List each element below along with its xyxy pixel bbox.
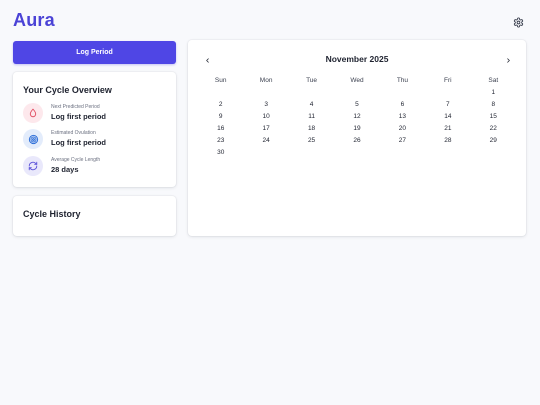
calendar-day[interactable]: 14 — [425, 111, 470, 123]
calendar-day[interactable]: 17 — [243, 123, 288, 135]
calendar-day[interactable]: 24 — [243, 135, 288, 147]
calendar-day[interactable]: 26 — [334, 135, 379, 147]
calendar-empty-cell — [289, 87, 334, 99]
calendar-day[interactable]: 30 — [198, 147, 243, 159]
calendar-day[interactable]: 18 — [289, 123, 334, 135]
calendar-day[interactable]: 2 — [198, 99, 243, 111]
calendar-day[interactable]: 20 — [380, 123, 425, 135]
calendar-day[interactable]: 15 — [471, 111, 516, 123]
stat-label: Average Cycle Length — [51, 157, 101, 163]
calendar-empty-cell — [198, 87, 243, 99]
calendar-day[interactable]: 27 — [380, 135, 425, 147]
calendar-empty-cell — [334, 147, 379, 159]
calendar-empty-cell — [471, 147, 516, 159]
refresh-icon — [23, 156, 43, 176]
app-title: Aura — [13, 10, 55, 30]
weekday-header: Fri — [444, 77, 452, 84]
calendar-day[interactable]: 25 — [289, 135, 334, 147]
ovulation-stat: Estimated Ovulation Log first period — [23, 129, 173, 151]
calendar-day[interactable]: 21 — [425, 123, 470, 135]
calendar-day[interactable]: 8 — [471, 99, 516, 111]
stat-value: 28 days — [51, 165, 79, 174]
calendar-day[interactable]: 19 — [334, 123, 379, 135]
weekday-header: Mon — [259, 77, 273, 84]
stat-label: Estimated Ovulation — [51, 130, 96, 136]
calendar-day[interactable]: 22 — [471, 123, 516, 135]
calendar-day[interactable]: 6 — [380, 99, 425, 111]
log-period-button[interactable]: Log Period — [13, 41, 176, 64]
stat-value: Log first period — [51, 112, 106, 121]
calendar-month-label: November 2025 — [325, 54, 389, 64]
cycle-overview-title: Your Cycle Overview — [23, 85, 112, 95]
calendar-day[interactable]: 1 — [471, 87, 516, 99]
cycle-history-card: Cycle History — [13, 196, 176, 236]
calendar-day[interactable]: 12 — [334, 111, 379, 123]
gear-icon — [513, 16, 523, 28]
calendar-day[interactable]: 10 — [243, 111, 288, 123]
target-icon — [23, 129, 43, 149]
calendar-empty-cell — [380, 147, 425, 159]
calendar-empty-cell — [425, 87, 470, 99]
cycle-length-stat: Average Cycle Length 28 days — [23, 156, 173, 178]
calendar-day[interactable]: 13 — [380, 111, 425, 123]
calendar-day[interactable]: 9 — [198, 111, 243, 123]
weekday-header: Sat — [488, 77, 499, 84]
calendar-day[interactable]: 5 — [334, 99, 379, 111]
calendar-day[interactable]: 7 — [425, 99, 470, 111]
stat-label: Next Predicted Period — [51, 104, 100, 110]
calendar-day[interactable]: 29 — [471, 135, 516, 147]
next-month-button[interactable] — [502, 54, 514, 66]
calendar-empty-cell — [289, 147, 334, 159]
calendar-day[interactable]: 28 — [425, 135, 470, 147]
weekday-header: Thu — [396, 77, 409, 84]
calendar-empty-cell — [243, 87, 288, 99]
calendar-day[interactable]: 4 — [289, 99, 334, 111]
calendar-empty-cell — [425, 147, 470, 159]
calendar-day[interactable]: 3 — [243, 99, 288, 111]
calendar-empty-cell — [380, 87, 425, 99]
calendar-grid: Sun Mon Tue Wed Thu Fri Sat 1 2 3 4 5 6 7 8 9 10 11 12 13 14… — [198, 75, 516, 159]
chevron-right-icon — [506, 57, 510, 63]
settings-button[interactable] — [511, 15, 525, 29]
weekday-header: Tue — [306, 77, 318, 84]
droplet-icon — [23, 103, 43, 123]
next-period-stat: Next Predicted Period Log first period — [23, 103, 173, 125]
calendar-day[interactable]: 11 — [289, 111, 334, 123]
calendar-card: November 2025 Sun Mon Tue Wed Thu Fri Sat 1 2 3 4 5… — [188, 40, 526, 236]
calendar-empty-cell — [243, 147, 288, 159]
calendar-empty-cell — [334, 87, 379, 99]
calendar-header: November 2025 — [188, 54, 526, 66]
stat-value: Log first period — [51, 138, 106, 147]
calendar-day[interactable]: 23 — [198, 135, 243, 147]
cycle-history-title: Cycle History — [23, 209, 81, 219]
cycle-overview-card: Your Cycle Overview Next Predicted Perio… — [13, 72, 176, 187]
weekday-header: Wed — [350, 77, 364, 84]
calendar-day[interactable]: 16 — [198, 123, 243, 135]
weekday-header: Sun — [214, 77, 227, 84]
